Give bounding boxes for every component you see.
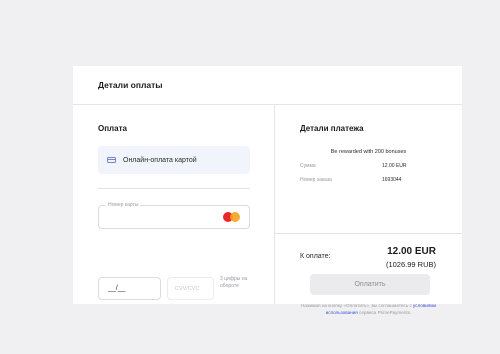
amount-value: 12.00 EUR (382, 163, 407, 169)
order-number-label: Номер заказа (300, 177, 332, 183)
divider (275, 233, 462, 234)
expiry-date-value: __/__ (108, 285, 126, 292)
payment-details-section: Детали платежа Be rewarded with 200 bonu… (275, 105, 462, 315)
total-label: К оплате: (300, 253, 331, 260)
page-title: Детали оплаты (98, 80, 163, 90)
total-amount: 12.00 EUR (387, 246, 436, 257)
total-amount-rub: (1026.99 RUB) (385, 260, 436, 269)
cvv-field[interactable]: CVV/CVC (167, 277, 214, 300)
cvv-hint: 3 цифры на обороте (220, 276, 248, 289)
cvv-placeholder: CVV/CVC (175, 285, 200, 292)
legal-suffix: сервиса PrimePayments. (359, 310, 412, 315)
divider (98, 188, 250, 189)
expiry-date-field[interactable]: __/__ (98, 277, 161, 300)
payment-method-card-option[interactable]: Онлайн-оплата картой (98, 146, 250, 174)
payment-section-title: Оплата (98, 124, 127, 133)
card-body: Оплата Онлайн-оплата картой Номер карты … (73, 105, 462, 315)
page-header: Детали оплаты (73, 66, 462, 105)
mastercard-icon (223, 212, 240, 222)
legal-notice: Нажимая на кнопку «Оплатить», вы соглаша… (300, 302, 437, 316)
payment-details-title: Детали платежа (300, 124, 364, 133)
order-number-value: 1693044 (382, 177, 402, 183)
payment-section: Оплата Онлайн-оплата картой Номер карты … (73, 105, 275, 304)
payment-method-label: Онлайн-оплата картой (123, 156, 197, 164)
bonus-text: Be rewarded with 200 bonuses (330, 149, 407, 155)
card-number-label: Номер карты (106, 202, 141, 208)
payment-card: Детали оплаты Оплата Онлайн-оплата карто… (73, 66, 462, 315)
card-number-field[interactable]: Номер карты (98, 202, 250, 229)
amount-label: Сумма (300, 163, 316, 169)
pay-button[interactable]: Оплатить (310, 274, 430, 295)
card-icon (107, 157, 116, 163)
legal-prefix: Нажимая на кнопку «Оплатить», вы соглаша… (300, 303, 412, 308)
